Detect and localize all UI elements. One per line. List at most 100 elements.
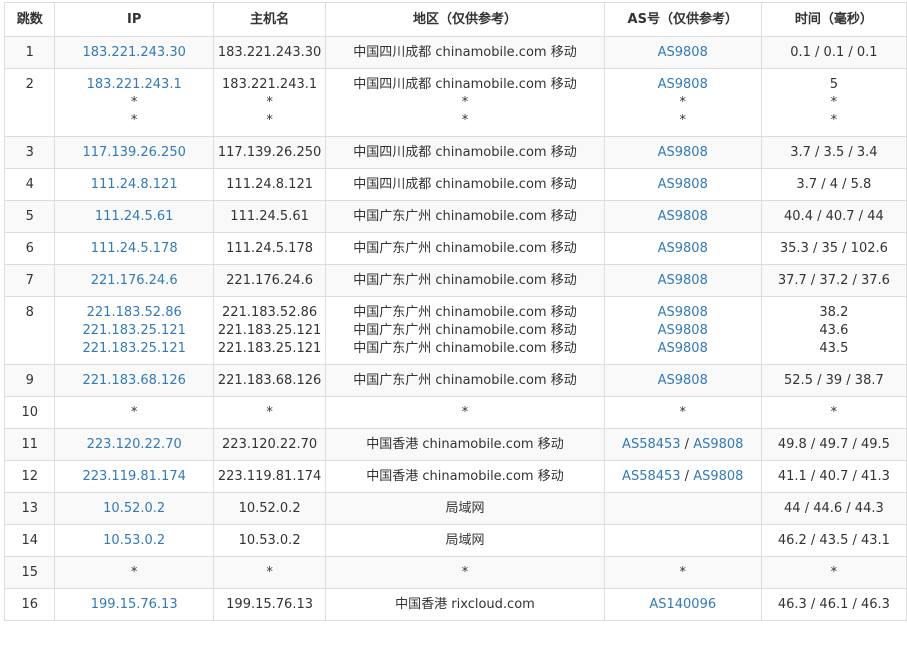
as-line: AS140096 — [609, 596, 757, 614]
as-link[interactable]: AS9808 — [693, 469, 743, 484]
hop-number: 4 — [25, 177, 34, 192]
ip-link[interactable]: 221.183.52.86 — [59, 304, 208, 322]
as-cell: * — [603, 396, 762, 429]
as-link[interactable]: AS58453 — [622, 437, 681, 452]
ip-link[interactable]: 223.120.22.70 — [59, 436, 208, 454]
ip-link[interactable]: 117.139.26.250 — [59, 144, 208, 162]
as-link[interactable]: AS9808 — [658, 273, 708, 288]
hop-number: 16 — [21, 597, 38, 612]
time-value: 5 — [829, 77, 839, 92]
ip-link[interactable]: 10.52.0.2 — [59, 500, 208, 518]
region-value: 中国广东广州 chinamobile.com 移动 — [353, 323, 577, 338]
ip-link[interactable]: 111.24.8.121 — [59, 176, 208, 194]
as-link[interactable]: AS9808 — [658, 373, 708, 388]
time-cell: 46.2 / 43.5 / 43.1 — [760, 524, 907, 557]
region-cell: 中国广东广州 chinamobile.com 移动 — [325, 232, 605, 265]
hostname-value: 10.52.0.2 — [238, 501, 301, 516]
as-link[interactable]: AS9808 — [658, 323, 708, 338]
ip-link[interactable]: 10.53.0.2 — [59, 532, 208, 550]
hop-number: 8 — [25, 305, 34, 320]
region-value: 中国香港 chinamobile.com 移动 — [366, 437, 564, 452]
hostname-cell: 111.24.5.178 — [212, 232, 327, 265]
hop-cell: 1 — [3, 36, 56, 69]
time-cell: * — [760, 556, 907, 589]
time-value: * — [830, 405, 838, 420]
hostname-cell: 199.15.76.13 — [212, 588, 327, 621]
ip-cell: 199.15.76.13 — [54, 588, 214, 621]
time-value: 3.7 / 3.5 / 3.4 — [790, 145, 878, 160]
table-row: 7 221.176.24.6 221.176.24.6 中国广东广州 chinamob… — [3, 264, 907, 297]
as-link[interactable]: AS9808 — [658, 145, 708, 160]
table-body: 1 183.221.243.30 183.221.243.30 中国四川成都 chin… — [3, 36, 907, 621]
region-value: 中国四川成都 chinamobile.com 移动 — [353, 77, 577, 92]
hop-cell: 8 — [3, 296, 56, 365]
as-link[interactable]: AS9808 — [693, 437, 743, 452]
hostname-value: 111.24.5.61 — [230, 209, 309, 224]
as-cell: AS9808 — [603, 232, 762, 265]
ip-link[interactable]: 221.183.25.121 — [59, 340, 208, 358]
hop-number: 11 — [21, 437, 38, 452]
hop-cell: 7 — [3, 264, 56, 297]
ip-link[interactable]: 199.15.76.13 — [59, 596, 208, 614]
as-link[interactable]: AS58453 — [622, 469, 681, 484]
hostname-cell: 111.24.5.61 — [212, 200, 327, 233]
ip-link[interactable]: 111.24.5.61 — [59, 208, 208, 226]
header-region: 地区（仅供参考） — [325, 2, 605, 37]
time-value: 0.1 / 0.1 / 0.1 — [790, 45, 878, 60]
time-value: 41.1 / 40.7 / 41.3 — [777, 469, 890, 484]
as-link[interactable]: AS9808 — [658, 341, 708, 356]
table-row: 6 111.24.5.178 111.24.5.178 中国广东广州 chinamob… — [3, 232, 907, 265]
region-value: 局域网 — [445, 501, 485, 516]
time-cell: 44 / 44.6 / 44.3 — [760, 492, 907, 525]
as-link[interactable]: AS140096 — [649, 597, 716, 612]
time-cell: 0.1 / 0.1 / 0.1 — [760, 36, 907, 69]
as-link[interactable]: AS9808 — [658, 77, 708, 92]
as-line: AS9808 — [609, 272, 757, 290]
table-row: 4 111.24.8.121 111.24.8.121 中国四川成都 chinamob… — [3, 168, 907, 201]
ip-value: * — [130, 95, 138, 110]
as-link[interactable]: AS9808 — [658, 209, 708, 224]
as-link[interactable]: AS9808 — [658, 177, 708, 192]
hop-number: 14 — [21, 533, 38, 548]
as-link[interactable]: AS9808 — [658, 241, 708, 256]
time-value: 43.6 — [819, 323, 849, 338]
hostname-value: * — [266, 565, 273, 580]
region-value: 中国广东广州 chinamobile.com 移动 — [353, 305, 577, 320]
hostname-cell: 10.52.0.2 — [212, 492, 327, 525]
ip-link[interactable]: 183.221.243.1 — [59, 76, 208, 94]
hostname-value: * — [266, 405, 273, 420]
hop-cell: 3 — [3, 136, 56, 169]
region-cell: 中国香港 chinamobile.com 移动 — [325, 460, 605, 493]
as-link[interactable]: AS9808 — [658, 45, 708, 60]
time-value: * — [830, 113, 838, 128]
as-cell: AS58453 / AS9808 — [603, 428, 762, 461]
ip-link[interactable]: 183.221.243.30 — [59, 44, 208, 62]
as-cell: AS9808 * * — [603, 68, 762, 137]
time-cell: 37.7 / 37.2 / 37.6 — [760, 264, 907, 297]
as-cell: AS140096 — [603, 588, 762, 621]
hop-cell: 10 — [3, 396, 56, 429]
ip-cell: 183.221.243.1 * * — [54, 68, 214, 137]
as-link[interactable]: AS9808 — [658, 305, 708, 320]
hostname-value: * — [266, 95, 273, 110]
ip-link[interactable]: 111.24.5.178 — [59, 240, 208, 258]
as-line: * — [609, 404, 757, 422]
time-cell: 49.8 / 49.7 / 49.5 — [760, 428, 907, 461]
ip-link[interactable]: 223.119.81.174 — [59, 468, 208, 486]
ip-link[interactable]: 221.183.25.121 — [59, 322, 208, 340]
hostname-cell: 221.183.68.126 — [212, 364, 327, 397]
ip-link[interactable]: 221.176.24.6 — [59, 272, 208, 290]
as-line: * — [609, 94, 757, 112]
as-cell — [603, 524, 762, 557]
table-row: 8 221.183.52.86 221.183.25.121 221.183.25.1… — [3, 296, 907, 365]
as-line: AS58453 / AS9808 — [609, 436, 757, 454]
ip-link[interactable]: 221.183.68.126 — [59, 372, 208, 390]
hostname-cell: * — [212, 396, 327, 429]
hostname-value: 199.15.76.13 — [226, 597, 313, 612]
region-value: 中国广东广州 chinamobile.com 移动 — [353, 373, 577, 388]
hop-number: 13 — [21, 501, 38, 516]
time-value: 46.2 / 43.5 / 43.1 — [777, 533, 890, 548]
table-row: 13 10.52.0.2 10.52.0.2 局域网 44 / 44.6 / 44.3 — [3, 492, 907, 525]
region-cell: * — [325, 396, 605, 429]
region-cell: 中国四川成都 chinamobile.com 移动 — [325, 136, 605, 169]
